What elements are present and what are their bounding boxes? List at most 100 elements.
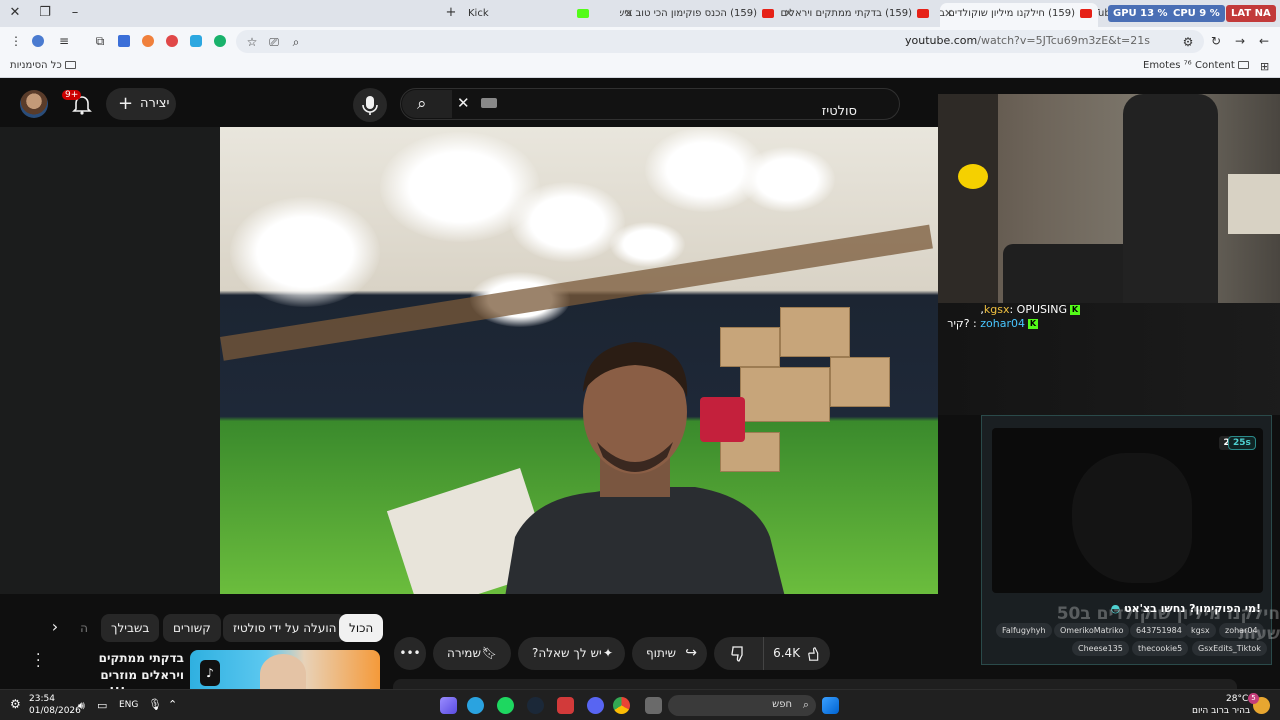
media-control-icon[interactable]: ≡ — [56, 33, 72, 49]
extension-teal-icon[interactable] — [190, 35, 202, 47]
dislike-button[interactable] — [714, 637, 764, 670]
monitor-icon[interactable]: ▭ — [97, 699, 107, 712]
new-tab-icon[interactable]: + — [440, 4, 462, 22]
account-avatar[interactable] — [20, 90, 48, 118]
create-button[interactable]: + יצירה — [106, 88, 176, 120]
video-player[interactable] — [220, 127, 938, 594]
youtube-favicon-icon — [1080, 8, 1092, 18]
bookmark-icon: 🔖︎ — [481, 646, 497, 660]
chip-partial[interactable]: ה — [76, 614, 90, 642]
browser-toolbar: ⋮ ≡ ⧉ ☆ ⎚ ⌕ youtube.com/watch?v=5JTcu69m… — [0, 27, 1280, 56]
bookmark-star-icon[interactable]: ☆ — [244, 34, 260, 50]
kick-favicon-icon — [577, 9, 589, 18]
more-horizontal-icon: ••• — [399, 646, 421, 660]
taskbar-search[interactable]: חפש ⌕ — [668, 695, 816, 716]
speaker-icon[interactable]: 🔊︎ — [78, 699, 85, 713]
all-bookmarks[interactable]: כל הסימניות — [10, 60, 79, 71]
chip-related[interactable]: קשורים — [163, 614, 221, 642]
gaming-chair-back — [1123, 94, 1218, 303]
extension-green-icon[interactable] — [214, 35, 226, 47]
youtube-favicon-icon — [917, 8, 929, 18]
forward-icon[interactable]: → — [1232, 33, 1248, 49]
reload-icon[interactable]: ↻ — [1208, 33, 1224, 49]
rubber-duck — [958, 164, 988, 189]
app-red-icon[interactable] — [557, 697, 574, 714]
search-input[interactable]: סולטיז — [822, 104, 857, 119]
chip-for-you[interactable]: בשבילך — [101, 614, 160, 642]
extension-blue-icon[interactable] — [118, 35, 130, 47]
save-button[interactable]: 🔖︎ שמירה — [433, 637, 511, 670]
stream-chat-overlay: Kkgsx: OPUSING, Kzohar04 : ?קיר — [938, 303, 1280, 415]
tab-pokemon-video[interactable]: (159) הכנס פוקימון הכי טוב ביש ✕ — [620, 3, 780, 25]
thumbs-down-icon — [730, 646, 743, 662]
extension-red-icon[interactable] — [166, 35, 178, 47]
tab-kick[interactable]: Kick — [462, 3, 597, 25]
notifications-button[interactable]: 9+ — [62, 90, 94, 116]
site-settings-icon[interactable]: ⚙ — [1180, 34, 1196, 50]
cast-icon[interactable]: ⎚ — [266, 34, 282, 50]
chevron-right-icon[interactable]: › — [44, 617, 66, 639]
clock-date[interactable]: 01/08/2026 — [29, 706, 81, 716]
notification-badge: 5 — [1248, 693, 1259, 704]
url-text[interactable]: youtube.com/watch?v=5JTcu69m3zE&t=21s — [905, 34, 1150, 47]
close-tab-icon[interactable]: ✕ — [624, 3, 633, 25]
telegram-icon[interactable] — [467, 697, 484, 714]
profile-avatar-icon[interactable] — [32, 35, 44, 47]
recommended-video-thumbnail[interactable]: ♪ — [190, 650, 380, 690]
tab-candy-video[interactable]: (159) בדקתי ממתקים ויראלים מ ✕ — [780, 3, 935, 25]
address-bar[interactable]: ☆ ⎚ ⌕ youtube.com/watch?v=5JTcu69m3zE&t=… — [236, 30, 1204, 53]
tray-expand-icon[interactable]: ⌃ — [168, 698, 177, 711]
extensions-icon[interactable]: ⧉ — [92, 33, 108, 49]
share-button[interactable]: ↪ שיתוף — [632, 637, 707, 670]
bookmark-content[interactable]: Content — [1195, 60, 1252, 71]
search-button[interactable]: ⌕ — [402, 90, 452, 118]
language-indicator[interactable]: ENG — [119, 700, 138, 710]
close-tab-icon[interactable]: ✕ — [784, 3, 793, 25]
chip-uploaded-by-channel[interactable]: הועלה על ידי סולטיז — [223, 614, 347, 642]
restore-window-icon[interactable]: ❐ — [34, 4, 56, 22]
microphone-tray-icon[interactable]: 🎙︎ — [148, 698, 162, 711]
streamer-webcam-overlay — [938, 94, 1280, 303]
more-actions-button[interactable]: ••• — [394, 637, 426, 670]
windows-taskbar: ⚙ 23:54 01/08/2026 🔊︎ ▭ ENG 🎙︎ ⌃ חפש ⌕ 2… — [0, 689, 1280, 720]
bookmark-emotes[interactable]: Emotes ⁷⁶ — [1143, 60, 1192, 71]
apps-grid-icon[interactable]: ⊞ — [1260, 60, 1269, 73]
chip-all[interactable]: הכול — [339, 614, 384, 642]
person-figure — [505, 342, 785, 594]
file-explorer-icon[interactable] — [645, 697, 662, 714]
plus-icon: + — [118, 93, 134, 114]
voice-search-button[interactable] — [353, 88, 387, 122]
tab-chocolate-video[interactable]: (159) חילקנו מיליון שוקולדים בס ✕ — [940, 3, 1098, 27]
keyboard-icon[interactable] — [481, 98, 497, 108]
minimize-window-icon[interactable]: – — [64, 4, 86, 22]
close-window-icon[interactable]: ✕ — [4, 4, 26, 22]
rec-menu-kebab-icon[interactable]: · · · — [36, 648, 46, 674]
chrome-icon[interactable] — [613, 697, 630, 714]
settings-gear-icon[interactable]: ⚙ — [10, 697, 27, 714]
like-button[interactable]: 6.4K — [766, 637, 830, 670]
steam-icon[interactable] — [527, 697, 544, 714]
pokemon-silhouette — [1072, 453, 1192, 583]
search-placeholder: חפש — [772, 699, 792, 710]
task-view-icon[interactable] — [440, 697, 457, 714]
latency-meter: LAT NA — [1226, 5, 1276, 22]
create-label: יצירה — [140, 96, 170, 111]
close-tab-icon[interactable]: ✕ — [944, 3, 953, 25]
ask-button[interactable]: ✦ יש לך שאלה? — [518, 637, 625, 670]
discord-icon[interactable] — [587, 697, 604, 714]
extension-orange-icon[interactable] — [142, 35, 154, 47]
clock-time[interactable]: 23:54 — [29, 694, 55, 704]
spotify-icon[interactable] — [497, 697, 514, 714]
back-icon[interactable]: ← — [1256, 33, 1272, 49]
menu-kebab-icon[interactable]: ⋮ — [8, 33, 24, 49]
weather-desc[interactable]: בהיר ברוב היום — [1192, 706, 1250, 716]
search-box[interactable]: סולטיז ✕ — [400, 88, 900, 120]
gpu-meter: GPU 13 % — [1108, 5, 1173, 22]
windows-start-icon[interactable] — [822, 697, 839, 714]
clear-search-icon[interactable]: ✕ — [457, 94, 470, 112]
comment-section-edge — [393, 679, 1237, 689]
weather-temp[interactable]: 28°C — [1226, 694, 1248, 704]
save-label: שמירה — [447, 646, 481, 660]
zoom-icon[interactable]: ⌕ — [288, 34, 304, 50]
cardboard-box — [780, 307, 850, 357]
